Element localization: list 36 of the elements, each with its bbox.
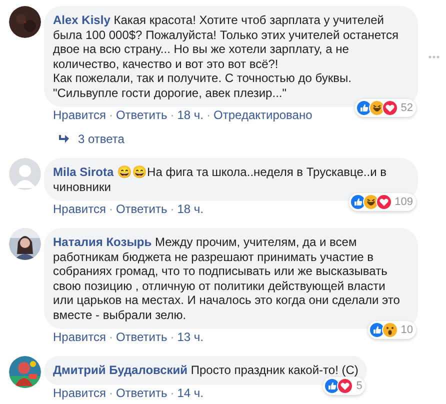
reaction-count: 10 xyxy=(400,324,413,336)
timestamp-link[interactable]: 18 ч. xyxy=(177,108,204,122)
separator-dot: · xyxy=(170,386,174,400)
separator-dot: · xyxy=(206,108,211,122)
separator-dot: · xyxy=(108,386,113,400)
like-link[interactable]: Нравится xyxy=(53,202,106,216)
like-link[interactable]: Нравится xyxy=(53,330,106,344)
timestamp-link[interactable]: 14 ч. xyxy=(177,386,204,400)
reaction-count: 52 xyxy=(400,102,413,114)
reaction-count: 5 xyxy=(356,380,362,392)
separator-dot: · xyxy=(108,202,113,216)
separator-dot: · xyxy=(170,108,174,122)
edited-link[interactable]: Отредактировано xyxy=(214,108,312,122)
replies-link[interactable]: 3 ответа xyxy=(78,132,124,146)
author-link[interactable]: Alex Kisly xyxy=(53,13,110,27)
author-link[interactable]: Наталия Козырь xyxy=(53,235,152,249)
author-link[interactable]: Дмитрий Будаловский xyxy=(53,363,188,377)
reply-link[interactable]: Ответить xyxy=(116,108,168,122)
reply-link[interactable]: Ответить xyxy=(116,330,168,344)
reaction-count: 109 xyxy=(394,196,413,208)
comment-text: Alex Kisly Какая красота! Хотите чтоб зарплата у учителей была 100 000$? Пожалуйста! Только этих учителей останется двое на всю страну... Но вы же хотели зарплату, а не количество, качество и вот это вот всё?! Как пожелали, так и получите. С точностью до буквы. "Сильвупле гости дорогие, авек плезир..." xyxy=(53,13,400,100)
separator-dot: · xyxy=(170,330,174,344)
separator-dot: · xyxy=(170,202,174,216)
like-link[interactable]: Нравится xyxy=(53,386,106,400)
comment-text: Дмитрий Будаловский Просто праздник какой-то! (С) xyxy=(53,363,358,378)
reply-link[interactable]: Ответить xyxy=(116,202,168,216)
reply-arrow-icon xyxy=(58,134,70,144)
comment-text: Mila Sirota 😄😄На фига та школа..неделя в Трускавце..и в чиновники xyxy=(53,165,388,194)
author-link[interactable]: Mila Sirota xyxy=(53,165,114,179)
separator-dot: · xyxy=(108,330,113,344)
timestamp-link[interactable]: 13 ч. xyxy=(177,330,204,344)
comment-text: Наталия Козырь Между прочим, учителям, да и всем работникам бюджета не разрешают принимать участие в собраниях громад, что то подписывать или же высказывать свою позицию , отличную от политики действующей власти или царьков на местах. И началось это когда они сделали это вместе - выбрали зелю. xyxy=(53,235,401,322)
reply-link[interactable]: Ответить xyxy=(116,386,168,400)
like-link[interactable]: Нравится xyxy=(53,108,106,122)
separator-dot: · xyxy=(108,108,113,122)
timestamp-link[interactable]: 18 ч. xyxy=(177,202,204,216)
